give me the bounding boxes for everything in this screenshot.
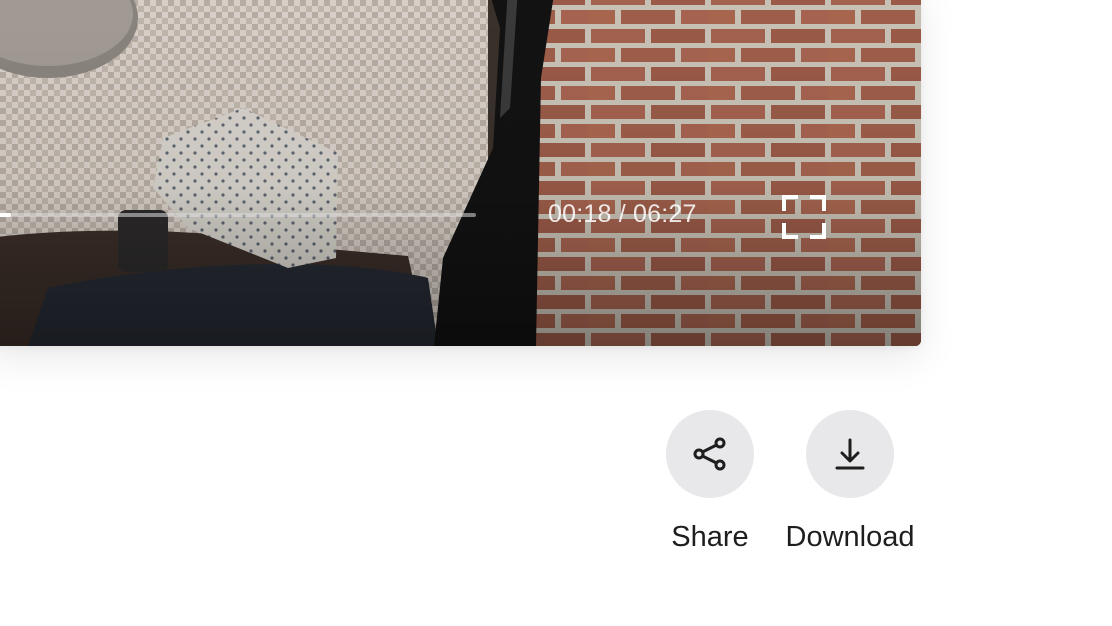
share-button[interactable] bbox=[666, 410, 754, 498]
download-action: Download bbox=[770, 410, 930, 555]
time-readout: 00:18 / 06:27 bbox=[548, 200, 697, 228]
fullscreen-icon bbox=[782, 195, 826, 239]
share-label[interactable]: Share bbox=[630, 520, 790, 555]
progress-bar[interactable] bbox=[0, 213, 476, 217]
fullscreen-button[interactable] bbox=[780, 193, 828, 241]
download-label[interactable]: Download bbox=[770, 520, 930, 555]
download-button[interactable] bbox=[806, 410, 894, 498]
share-action: Share bbox=[630, 410, 790, 555]
progress-bar-played bbox=[0, 213, 11, 217]
share-icon bbox=[693, 437, 726, 471]
video-player[interactable]: 00:18 / 06:27 bbox=[0, 0, 921, 346]
video-frame bbox=[0, 0, 921, 346]
page: 00:18 / 06:27 Share Download bbox=[0, 0, 1112, 626]
download-icon bbox=[835, 438, 865, 470]
